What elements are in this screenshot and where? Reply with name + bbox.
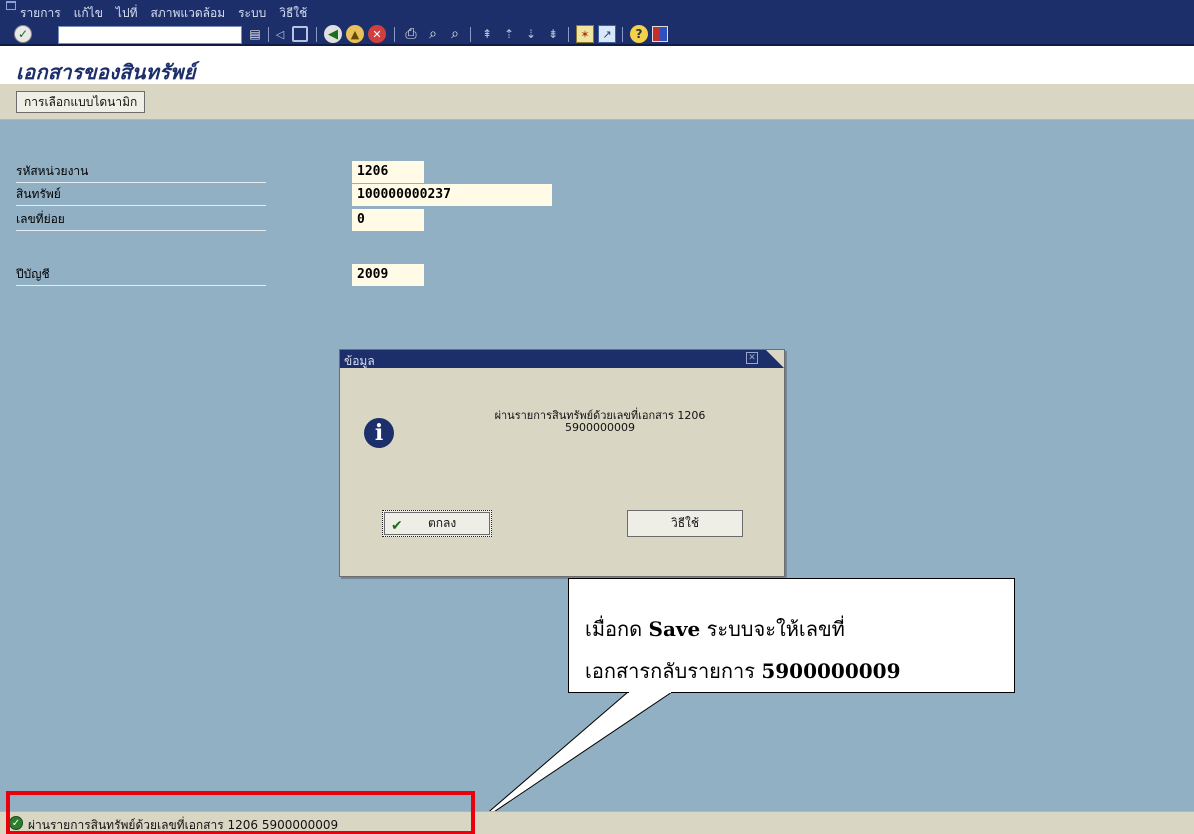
title-bar-corner — [766, 350, 784, 368]
application-toolbar: การเลือกแบบไดนามิก — [0, 84, 1194, 120]
cancel-icon[interactable]: ✕ — [368, 25, 386, 43]
company-code-label: รหัสหน่วยงาน — [16, 161, 266, 183]
callout-box: เมื่อกด Save ระบบจะให้เลขที่ เอกสารกลับร… — [568, 578, 1015, 693]
toolbar-separator — [316, 27, 317, 42]
checkmark-icon: ✔ — [391, 518, 403, 534]
shortcut-icon[interactable]: ↗ — [598, 25, 616, 43]
subnumber-label: เลขที่ย่อย — [16, 209, 266, 231]
dynamic-selection-button[interactable]: การเลือกแบบไดนามิก — [16, 91, 146, 113]
help-button[interactable]: วิธีใช้ — [627, 510, 743, 537]
toolbar-separator — [622, 27, 623, 42]
menu-item-goto[interactable]: ไปที่ — [116, 4, 138, 23]
status-highlight-box — [6, 791, 475, 834]
menu-item-edit[interactable]: แก้ไข — [74, 4, 103, 23]
close-icon[interactable]: ✕ — [746, 352, 758, 364]
company-code-field[interactable]: 1206 — [352, 161, 424, 183]
status-bar: ✓ ผ่านรายการสินทรัพย์ด้วยเลขที่เอกสาร 12… — [0, 791, 1194, 834]
asset-label: สินทรัพย์ — [16, 184, 266, 206]
callout-line-1: เมื่อกด Save ระบบจะให้เลขที่ — [585, 617, 845, 641]
ok-button-label: ตกลง — [428, 516, 457, 530]
command-history-icon[interactable]: ▤ — [248, 26, 262, 42]
info-icon: i — [364, 418, 394, 448]
menu-item-system[interactable]: ระบบ — [238, 4, 266, 23]
fiscal-year-label: ปีบัญชี — [16, 264, 266, 286]
dialog-title-bar[interactable]: ข้อมูล ✕ — [340, 350, 784, 368]
information-dialog: ข้อมูล ✕ i ผ่านรายการสินทรัพย์ด้วยเลขที่… — [339, 349, 785, 577]
save-icon[interactable] — [292, 26, 308, 42]
back-icon[interactable]: ◀ — [324, 25, 342, 43]
subnumber-field[interactable]: 0 — [352, 209, 424, 231]
first-page-icon[interactable]: ⇞ — [478, 26, 496, 42]
create-session-icon[interactable]: ✶ — [576, 25, 594, 43]
last-page-icon[interactable]: ⇟ — [544, 26, 562, 42]
title-area: เอกสารของสินทรัพย์ — [0, 48, 1194, 84]
fiscal-year-field[interactable]: 2009 — [352, 264, 424, 286]
toolbar-separator — [568, 27, 569, 42]
menu-bar: รายการ แก้ไข ไปที่ สภาพแวดล้อม ระบบ วิธี… — [0, 0, 1194, 22]
collapse-arrow-icon[interactable]: ◁ — [274, 26, 286, 42]
system-menu-icon[interactable] — [6, 1, 16, 10]
ok-button[interactable]: ✔ ตกลง — [382, 510, 492, 537]
dialog-message: ผ่านรายการสินทรัพย์ด้วยเลขที่เอกสาร 1206… — [450, 410, 750, 434]
layout-icon[interactable] — [652, 26, 668, 42]
dialog-message-line-2: 5900000009 — [565, 421, 635, 434]
help-icon[interactable]: ? — [630, 25, 648, 43]
menu-item-list[interactable]: รายการ — [20, 4, 61, 23]
next-page-icon[interactable]: ⇣ — [522, 26, 540, 42]
exit-icon[interactable]: ▲ — [346, 25, 364, 43]
callout-line-2: เอกสารกลับรายการ 5900000009 — [585, 659, 901, 683]
print-icon[interactable]: ⎙ — [402, 26, 420, 42]
enter-icon[interactable]: ✓ — [14, 25, 32, 43]
menu-item-help[interactable]: วิธีใช้ — [279, 4, 307, 23]
toolbar-separator — [394, 27, 395, 42]
menu-item-environment[interactable]: สภาพแวดล้อม — [150, 4, 225, 23]
previous-page-icon[interactable]: ⇡ — [500, 26, 518, 42]
dialog-title: ข้อมูล — [344, 354, 375, 368]
toolbar-separator — [268, 27, 269, 42]
toolbar-separator — [470, 27, 471, 42]
standard-toolbar: ✓ ▤ ◁ ◀ ▲ ✕ ⎙ ⌕ ⌕ ⇞ ⇡ ⇣ ⇟ ✶ ↗ ? — [0, 22, 1194, 46]
command-field[interactable] — [58, 26, 242, 44]
asset-field[interactable]: 100000000237 — [352, 184, 552, 206]
find-next-icon[interactable]: ⌕ — [446, 26, 464, 42]
find-icon[interactable]: ⌕ — [424, 26, 442, 42]
